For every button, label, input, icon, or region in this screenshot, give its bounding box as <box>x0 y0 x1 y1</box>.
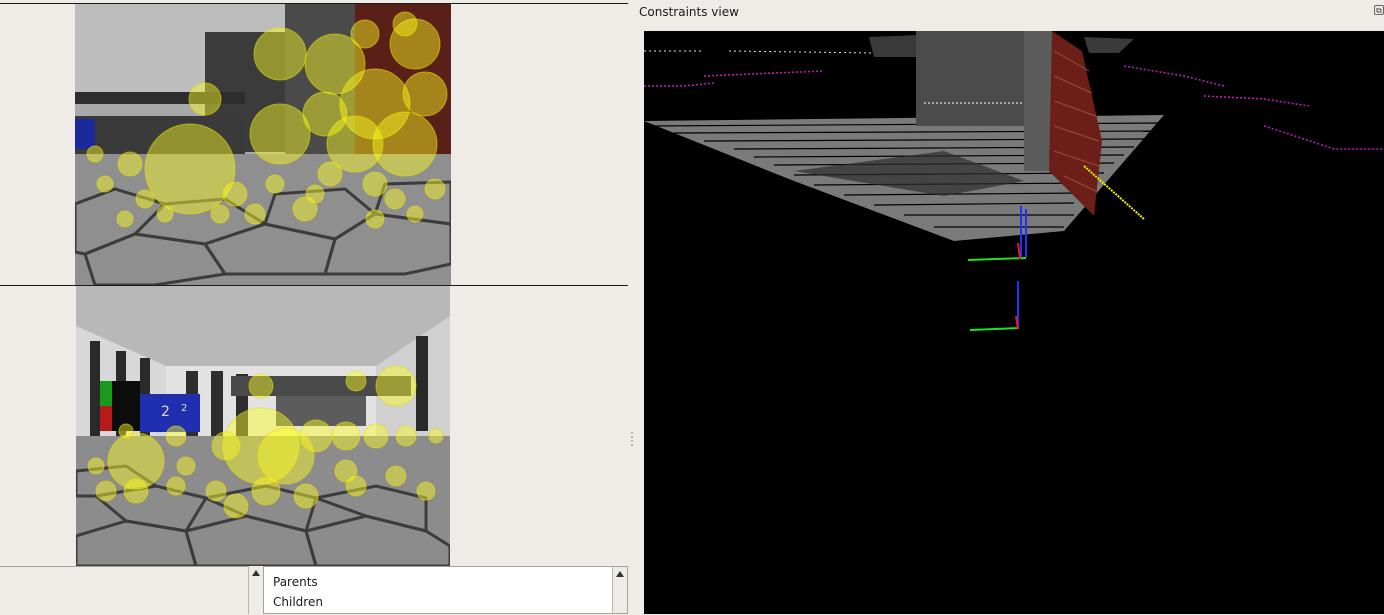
camera-views-panel: 2 2 Parents Children <box>0 0 630 615</box>
camera-image-bottom: 2 2 <box>76 286 450 566</box>
dock-title: Constraints view <box>639 5 739 19</box>
graph-list-left[interactable] <box>0 566 262 615</box>
constraints-3d-view[interactable] <box>644 31 1384 614</box>
scroll-up-arrow-icon[interactable] <box>252 570 260 576</box>
restore-icon[interactable]: ⧉ <box>1374 5 1384 15</box>
links-list[interactable]: Parents Children <box>263 566 628 614</box>
camera-image-top <box>75 4 451 285</box>
svg-text:2: 2 <box>161 404 170 420</box>
scroll-up-arrow-icon[interactable] <box>616 571 624 577</box>
list-item-children[interactable]: Children <box>273 595 323 609</box>
links-list-scrollbar[interactable] <box>612 567 627 613</box>
list-item-parents[interactable]: Parents <box>273 575 318 589</box>
left-list-scrollbar[interactable] <box>248 566 263 614</box>
svg-text:2: 2 <box>181 403 187 414</box>
constraints-dock: Constraints view ⧉ <box>633 0 1384 614</box>
